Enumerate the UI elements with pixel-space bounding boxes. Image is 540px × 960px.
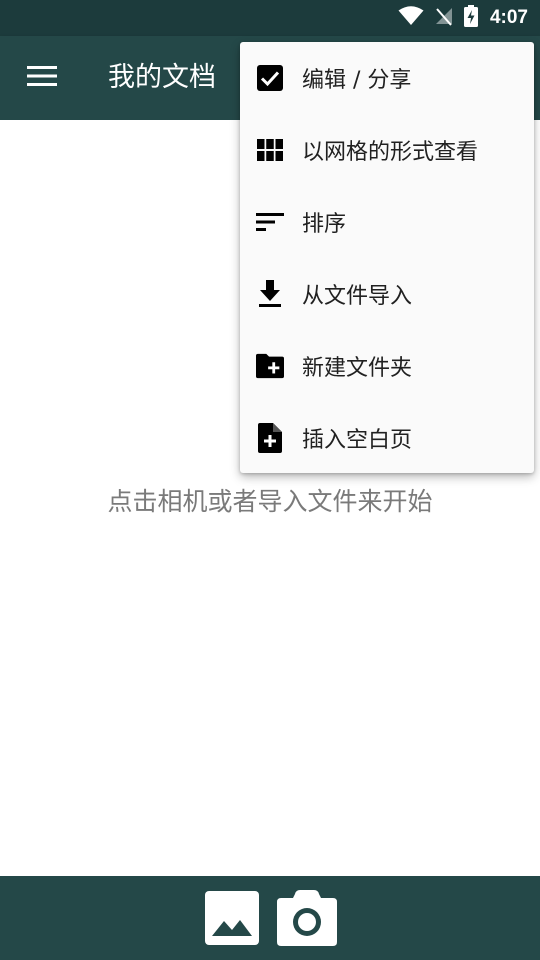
hamburger-menu-button[interactable]: [22, 62, 62, 94]
menu-item-insert-blank-page[interactable]: 插入空白页: [240, 402, 534, 474]
bottom-bar: [0, 876, 540, 960]
new-page-icon: [256, 423, 284, 453]
gallery-button[interactable]: [205, 891, 259, 945]
camera-button[interactable]: [277, 890, 337, 946]
download-icon: [256, 280, 284, 308]
menu-item-label: 从文件导入: [302, 284, 413, 309]
status-icons: 4:07: [398, 0, 528, 36]
battery-charging-icon: [463, 5, 478, 31]
new-folder-icon: [256, 352, 284, 380]
empty-state-hint: 点击相机或者导入文件来开始: [107, 487, 433, 516]
wifi-icon: [398, 6, 424, 30]
no-signal-icon: [434, 6, 454, 30]
gallery-image-icon: [205, 891, 259, 949]
status-bar: 4:07: [0, 0, 540, 36]
page-title: 我的文档: [108, 62, 216, 93]
menu-item-label: 编辑 / 分享: [302, 68, 412, 93]
menu-item-grid-view[interactable]: 以网格的形式查看: [240, 114, 534, 186]
grid-view-icon: [256, 136, 284, 164]
menu-item-import-file[interactable]: 从文件导入: [240, 258, 534, 330]
menu-item-label: 以网格的形式查看: [302, 140, 479, 165]
menu-item-label: 插入空白页: [302, 428, 413, 453]
overflow-menu: 编辑 / 分享 以网格的形式查看 排序 从文件导入 新建文件夹 插入空白页: [240, 42, 534, 473]
menu-item-label: 新建文件夹: [302, 356, 413, 381]
menu-item-sort[interactable]: 排序: [240, 186, 534, 258]
checkbox-checked-icon: [256, 64, 284, 92]
status-time: 4:07: [489, 7, 528, 28]
menu-item-edit-share[interactable]: 编辑 / 分享: [240, 42, 534, 114]
menu-item-label: 排序: [302, 212, 347, 237]
camera-icon: [277, 890, 337, 950]
menu-item-new-folder[interactable]: 新建文件夹: [240, 330, 534, 402]
sort-icon: [256, 208, 284, 236]
hamburger-menu-icon: [27, 65, 57, 91]
